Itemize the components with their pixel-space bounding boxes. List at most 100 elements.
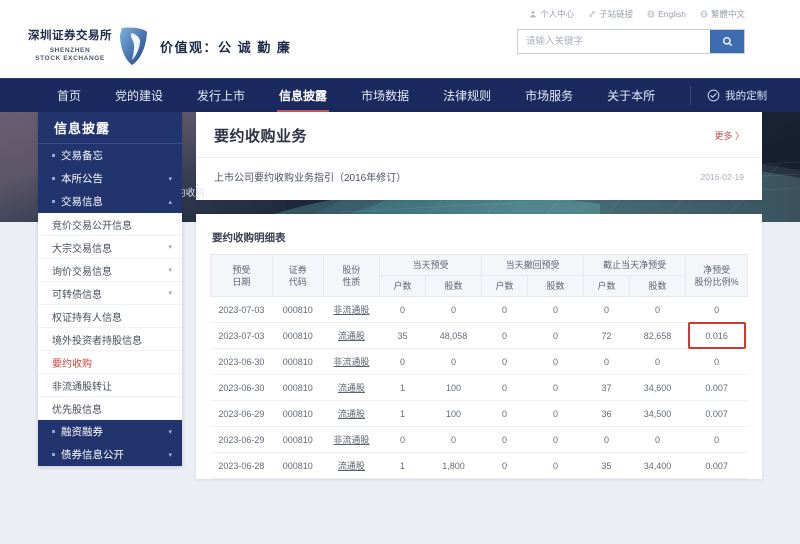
table-cell: 0 — [482, 349, 528, 375]
sidebar: 信息披露 交易备忘 本所公告 ▾ 交易信息 ▴ — [38, 112, 182, 466]
sidebar-item-warrant-holder-info[interactable]: 权证持有人信息 — [38, 305, 182, 328]
col-header-date: 预受日期 — [211, 255, 273, 297]
nav-item-label: 市场数据 — [361, 87, 409, 104]
nav-item-market-data[interactable]: 市场数据 — [344, 79, 426, 112]
sidebar-item-label: 询价交易信息 — [52, 263, 168, 278]
sidebar-item-exchange-announcements[interactable]: 本所公告 ▾ — [38, 167, 182, 190]
logo-name-en-2: STOCK EXCHANGE — [28, 55, 112, 63]
table-cell: 2023-07-03 — [211, 323, 273, 349]
util-link-label: 个人中心 — [540, 8, 574, 20]
table-caption: 要约收购明细表 — [210, 230, 748, 245]
my-customization-button[interactable]: 我的定制 — [707, 79, 787, 112]
util-link-label: 子站链接 — [599, 8, 633, 20]
nav-item-label: 信息披露 — [279, 87, 327, 104]
highlight-box — [688, 322, 746, 349]
table-cell: 1 — [380, 453, 426, 479]
nav-item-party-building[interactable]: 党的建设 — [98, 79, 180, 112]
sidebar-item-label: 境外投资者持股信息 — [52, 332, 172, 347]
sidebar-item-margin-trading[interactable]: 融资融券 ▾ — [38, 420, 182, 443]
search-icon — [722, 36, 733, 47]
table-cell: 0 — [482, 453, 528, 479]
szse-emblem-icon — [116, 26, 150, 66]
table-cell: 34,500 — [629, 401, 685, 427]
sidebar-item-label: 本所公告 — [61, 171, 168, 186]
sidebar-item-auction-public-info[interactable]: 竞价交易公开信息 — [38, 213, 182, 236]
sidebar-item-block-trade-info[interactable]: 大宗交易信息 ▾ — [38, 236, 182, 259]
main-panels: 要约收购业务 更多 〉 上市公司要约收购业务指引（2016年修订） 2016-0… — [196, 112, 762, 479]
cell-share-type-link[interactable]: 非流通股 — [323, 297, 379, 323]
col-header-accounts: 户数 — [482, 276, 528, 297]
cell-share-type-link[interactable]: 流通股 — [323, 401, 379, 427]
news-title[interactable]: 上市公司要约收购业务指引（2016年修订） — [214, 169, 406, 184]
nav-item-market-services[interactable]: 市场服务 — [508, 79, 590, 112]
nav-item-list: 首页 党的建设 发行上市 信息披露 市场数据 法律规则 市场服务 关于本所 — [40, 79, 672, 112]
logo-name-en-1: SHENZHEN — [28, 47, 112, 55]
sidebar-item-preferred-share-info[interactable]: 优先股信息 — [38, 397, 182, 420]
sidebar-item-label: 竞价交易公开信息 — [52, 217, 172, 232]
check-circle-icon — [707, 89, 720, 102]
nav-item-home[interactable]: 首页 — [40, 79, 98, 112]
table-cell: 000810 — [272, 323, 323, 349]
sidebar-item-convertible-bond-info[interactable]: 可转债信息 ▾ — [38, 282, 182, 305]
util-link-personal-center[interactable]: 个人中心 — [529, 8, 574, 20]
sidebar-item-inquiry-trade-info[interactable]: 询价交易信息 ▾ — [38, 259, 182, 282]
table-cell: 1 — [380, 401, 426, 427]
search-button[interactable] — [710, 30, 744, 53]
table-cell: 72 — [584, 323, 630, 349]
util-link-label: English — [658, 9, 686, 19]
utility-links: 个人中心 子站链接 English 繁體中文 — [529, 8, 745, 20]
sidebar-item-trading-info[interactable]: 交易信息 ▴ — [38, 190, 182, 213]
util-link-english[interactable]: English — [647, 9, 686, 19]
news-date: 2016-02-19 — [701, 172, 744, 182]
tender-offer-detail-card: 要约收购明细表 预受日期 证券代码 股份性质 当 — [196, 214, 762, 479]
news-item: 上市公司要约收购业务指引（2016年修订） 2016-02-19 — [196, 158, 762, 200]
nav-item-about[interactable]: 关于本所 — [590, 79, 672, 112]
site-header: 个人中心 子站链接 English 繁體中文 深圳证券交易所 SHENZHEN … — [0, 0, 800, 78]
cell-share-type-link[interactable]: 流通股 — [323, 453, 379, 479]
util-link-substations[interactable]: 子站链接 — [588, 8, 633, 20]
sidebar-item-bond-disclosure[interactable]: 债券信息公开 ▾ — [38, 443, 182, 466]
bullet-icon — [52, 430, 55, 433]
chevron-down-icon: ▾ — [168, 175, 172, 183]
nav-item-laws-rules[interactable]: 法律规则 — [426, 79, 508, 112]
col-header-net-ratio: 净预受股份比例% — [686, 255, 748, 297]
sidebar-item-trading-memo[interactable]: 交易备忘 — [38, 144, 182, 167]
table-cell: 0 — [584, 349, 630, 375]
table-cell: 35 — [380, 323, 426, 349]
search-input[interactable] — [518, 30, 710, 53]
table-row: 2023-07-03000810非流通股0000000 — [211, 297, 748, 323]
table-cell: 0 — [629, 297, 685, 323]
table-cell: 0 — [686, 427, 748, 453]
table-row: 2023-06-30000810流通股1100003734,6000.007 — [211, 375, 748, 401]
nav-item-disclosure[interactable]: 信息披露 — [262, 79, 344, 112]
chevron-down-icon: ▾ — [168, 266, 172, 274]
nav-item-issuance-listing[interactable]: 发行上市 — [180, 79, 262, 112]
sidebar-top-group: 交易备忘 本所公告 ▾ 交易信息 ▴ — [38, 144, 182, 213]
sidebar-item-non-tradable-share-transfer[interactable]: 非流通股转让 — [38, 374, 182, 397]
more-link[interactable]: 更多 〉 — [714, 129, 744, 142]
bullet-icon — [52, 154, 55, 157]
util-link-traditional-chinese[interactable]: 繁體中文 — [700, 8, 745, 20]
table-cell: 000810 — [272, 427, 323, 453]
table-cell: 0 — [527, 401, 583, 427]
cell-share-type-link[interactable]: 流通股 — [323, 375, 379, 401]
col-group-cumulative-net: 截止当天净预受 — [584, 255, 686, 276]
sidebar-item-tender-offer[interactable]: 要约收购 — [38, 351, 182, 374]
table-cell: 2023-07-03 — [211, 297, 273, 323]
sidebar-bottom-group: 融资融券 ▾ 债券信息公开 ▾ — [38, 420, 182, 466]
table-cell: 2023-06-30 — [211, 349, 273, 375]
sidebar-item-foreign-investor-holdings[interactable]: 境外投资者持股信息 — [38, 328, 182, 351]
cell-share-type-link[interactable]: 非流通股 — [323, 349, 379, 375]
table-row: 2023-06-29000810非流通股0000000 — [211, 427, 748, 453]
table-cell: 000810 — [272, 349, 323, 375]
site-logo[interactable]: 深圳证券交易所 SHENZHEN STOCK EXCHANGE 价值观：公 诚 … — [28, 26, 291, 66]
cell-share-type-link[interactable]: 非流通股 — [323, 427, 379, 453]
table-cell: 0 — [629, 349, 685, 375]
cell-share-type-link[interactable]: 流通股 — [323, 323, 379, 349]
chevron-up-icon: ▴ — [168, 198, 172, 206]
table-cell: 2023-06-30 — [211, 375, 273, 401]
table-cell: 82,658 — [629, 323, 685, 349]
table-cell: 0 — [482, 401, 528, 427]
table-cell: 0 — [380, 349, 426, 375]
table-cell: 000810 — [272, 401, 323, 427]
